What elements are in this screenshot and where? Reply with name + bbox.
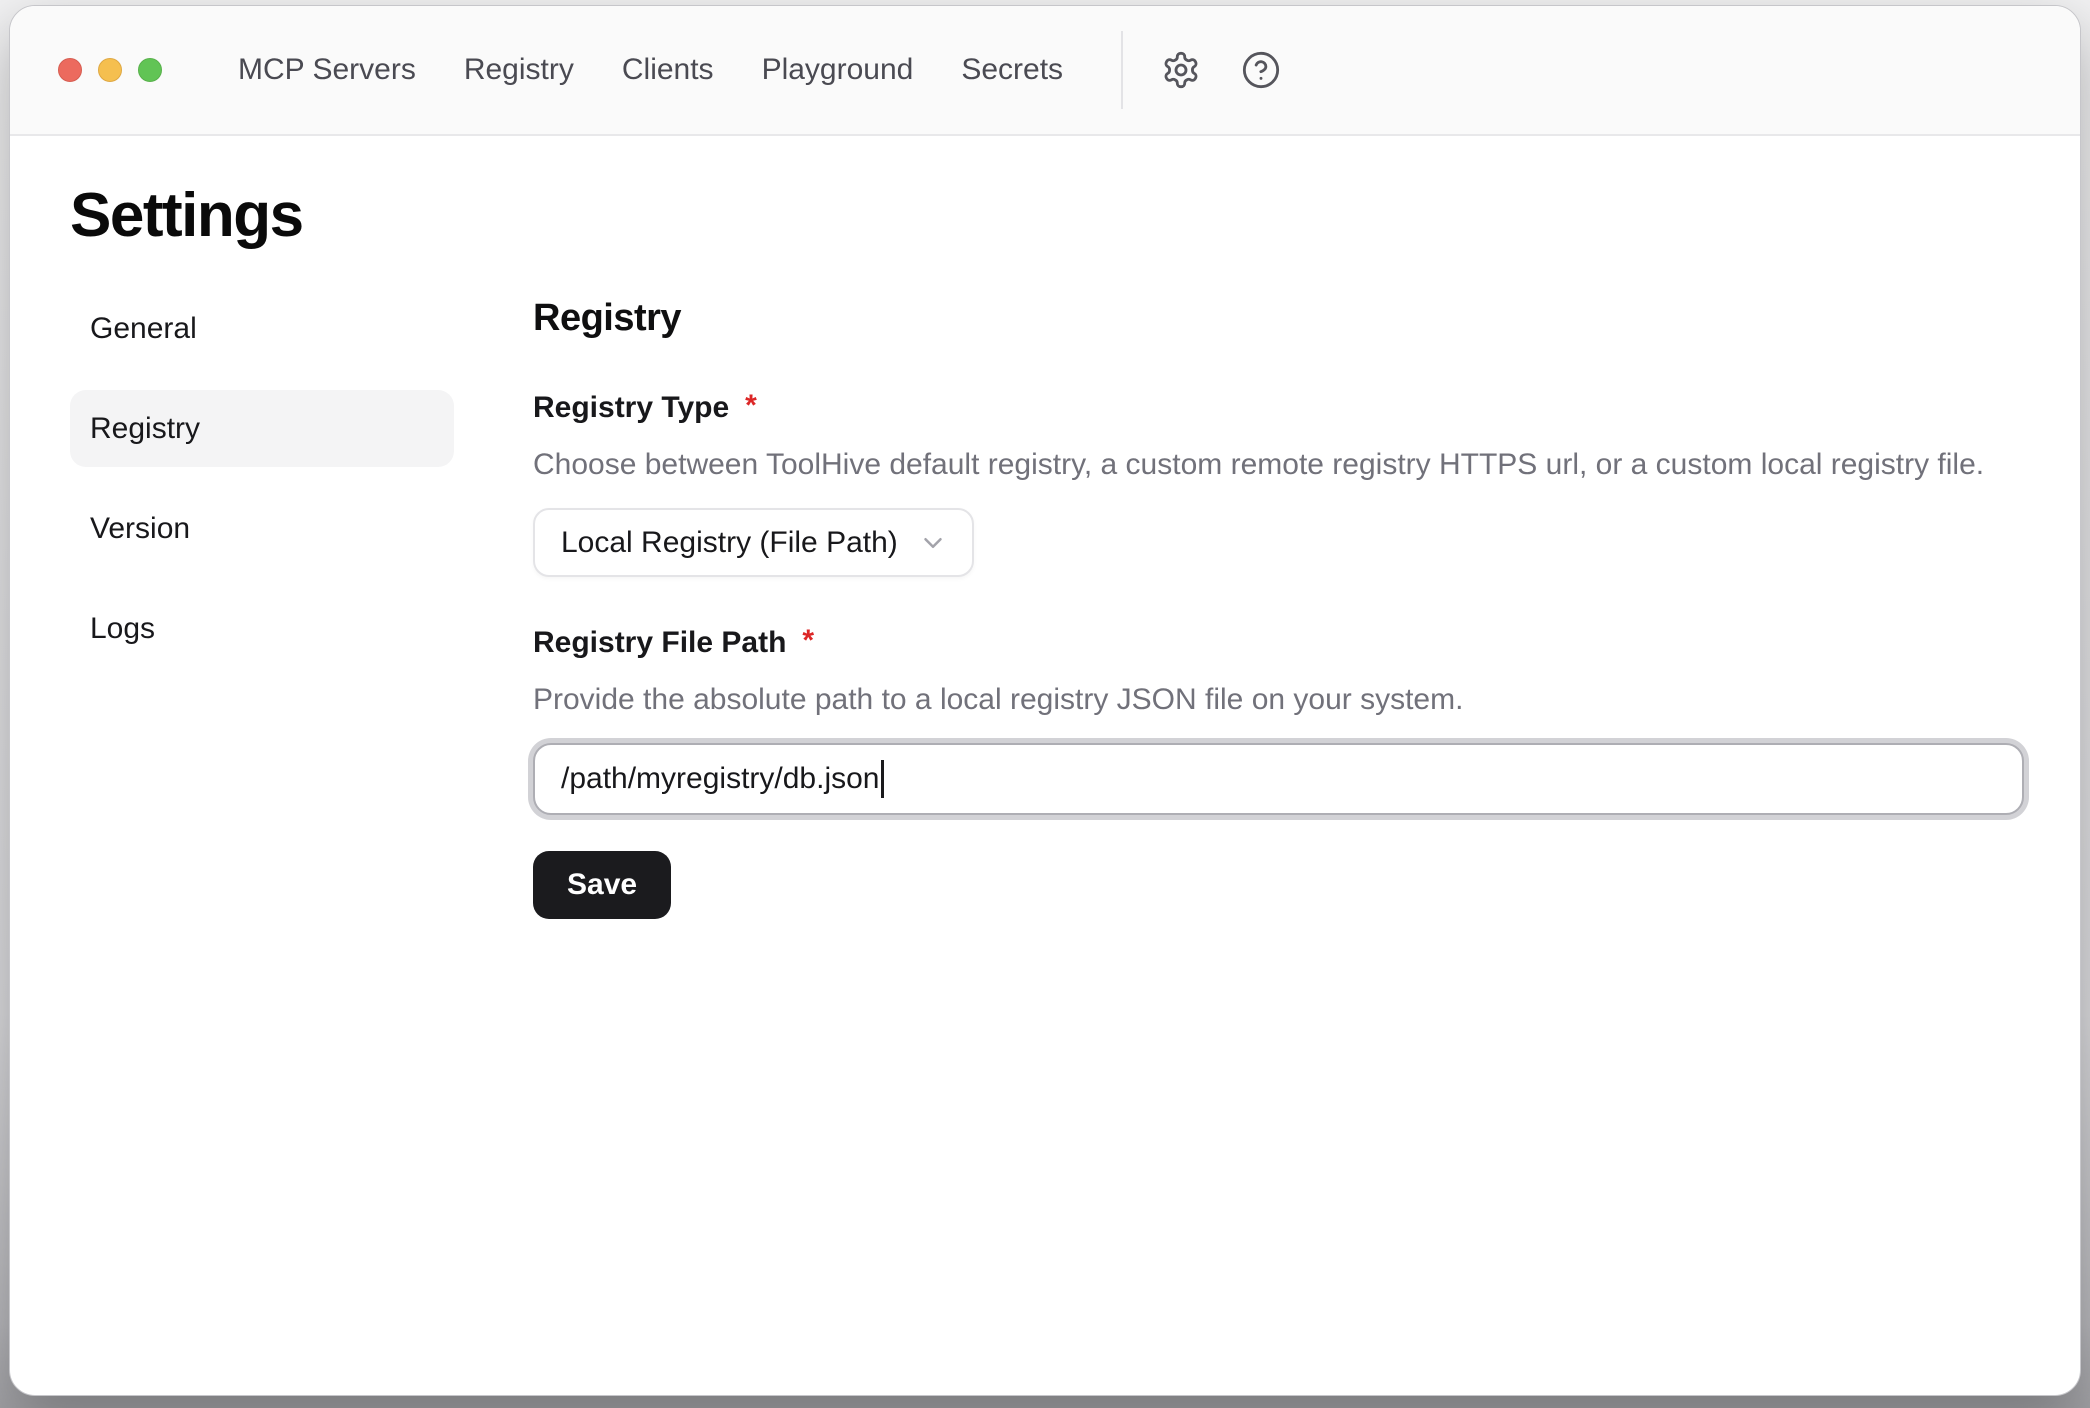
settings-sidebar: General Registry Version Logs xyxy=(70,290,454,919)
text-caret xyxy=(881,760,884,798)
registry-file-path-field: Registry File Path * Provide the absolut… xyxy=(533,623,2024,815)
sidebar-item-version[interactable]: Version xyxy=(70,490,454,567)
registry-file-path-description: Provide the absolute path to a local reg… xyxy=(533,679,2024,721)
gear-icon xyxy=(1161,50,1201,90)
help-circle-icon xyxy=(1241,50,1281,90)
chevron-down-icon xyxy=(918,528,948,558)
nav-item-clients[interactable]: Clients xyxy=(622,5,714,135)
nav-item-playground[interactable]: Playground xyxy=(762,5,914,135)
registry-type-select[interactable]: Local Registry (File Path) xyxy=(533,508,974,577)
help-button[interactable] xyxy=(1239,48,1283,92)
page-title: Settings xyxy=(70,178,2024,254)
settings-page: Settings General Registry Version Logs R… xyxy=(10,136,2080,919)
registry-file-path-input[interactable]: /path/myregistry/db.json xyxy=(533,743,2024,815)
registry-type-description: Choose between ToolHive default registry… xyxy=(533,444,2024,486)
window-controls xyxy=(58,58,162,82)
sidebar-item-registry[interactable]: Registry xyxy=(70,390,454,467)
titlebar-divider xyxy=(1121,31,1123,109)
titlebar: MCP Servers Registry Clients Playground … xyxy=(10,6,2080,136)
settings-button[interactable] xyxy=(1159,48,1203,92)
registry-file-path-label: Registry File Path xyxy=(533,623,786,663)
nav-item-registry[interactable]: Registry xyxy=(464,5,574,135)
registry-type-selected-value: Local Registry (File Path) xyxy=(561,526,898,560)
registry-type-field: Registry Type * Choose between ToolHive … xyxy=(533,388,2024,577)
registry-settings-panel: Registry Registry Type * Choose between … xyxy=(533,290,2024,919)
app-window: MCP Servers Registry Clients Playground … xyxy=(9,5,2081,1396)
required-marker: * xyxy=(802,623,814,659)
save-button[interactable]: Save xyxy=(533,851,671,919)
minimize-window-icon[interactable] xyxy=(98,58,122,82)
section-heading: Registry xyxy=(533,294,2024,342)
nav-item-secrets[interactable]: Secrets xyxy=(961,5,1063,135)
registry-type-label: Registry Type xyxy=(533,388,729,428)
sidebar-item-logs[interactable]: Logs xyxy=(70,590,454,667)
close-window-icon[interactable] xyxy=(58,58,82,82)
nav-item-mcp-servers[interactable]: MCP Servers xyxy=(238,5,416,135)
zoom-window-icon[interactable] xyxy=(138,58,162,82)
top-nav: MCP Servers Registry Clients Playground … xyxy=(238,5,1063,135)
required-marker: * xyxy=(745,388,757,424)
sidebar-item-general[interactable]: General xyxy=(70,290,454,367)
registry-file-path-value: /path/myregistry/db.json xyxy=(561,762,879,796)
